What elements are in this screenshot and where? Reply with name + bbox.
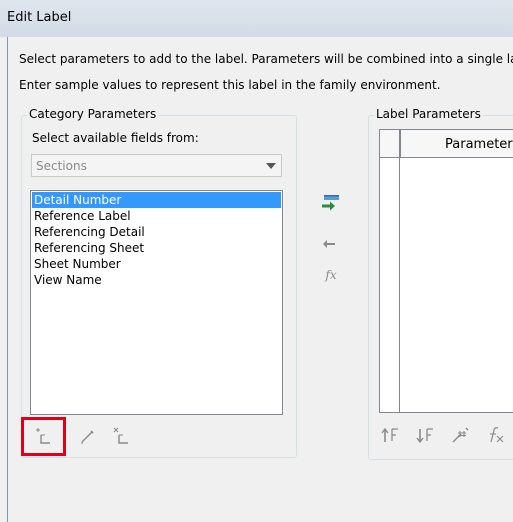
edit-label-dialog: Edit Label Select parameters to add to t…	[0, 0, 513, 522]
remove-from-label-icon	[323, 240, 335, 248]
category-parameters-title: Category Parameters	[27, 107, 159, 121]
unit-format-icon	[452, 427, 469, 443]
grid-column-header[interactable]: Parameter	[400, 130, 513, 158]
window-title: Edit Label	[7, 10, 72, 25]
title-bar[interactable]: Edit Label	[0, 0, 513, 37]
edit-parameter-button[interactable]	[77, 425, 99, 447]
delete-parameter-icon	[113, 427, 128, 444]
list-item[interactable]: Reference Label	[32, 208, 281, 224]
dropdown-selected-value: Sections	[36, 159, 87, 173]
label-parameters-grid[interactable]: Parameter	[379, 129, 513, 413]
formula-icon	[490, 427, 504, 443]
highlight-annotation	[21, 417, 66, 456]
fields-label: Select available fields from:	[32, 131, 199, 145]
add-to-label-icon	[322, 195, 339, 211]
list-item[interactable]: Referencing Sheet	[32, 240, 281, 256]
intro-line-1: Select parameters to add to the label. P…	[19, 52, 513, 66]
label-formula-button[interactable]	[485, 424, 507, 446]
list-item[interactable]: Sheet Number	[32, 256, 281, 272]
move-down-icon	[416, 428, 433, 444]
formula-icon: fx	[325, 268, 337, 282]
formula-button[interactable]: fx	[320, 264, 342, 286]
add-to-label-button[interactable]	[320, 192, 342, 214]
delete-parameter-button[interactable]	[110, 425, 132, 447]
chevron-down-icon	[266, 163, 276, 169]
move-up-icon	[381, 427, 398, 442]
grid-row-header	[380, 130, 400, 412]
remove-from-label-button[interactable]	[318, 233, 340, 255]
list-item[interactable]: View Name	[32, 272, 281, 288]
list-item[interactable]: Detail Number	[32, 192, 281, 208]
label-parameters-title: Label Parameters	[374, 107, 483, 121]
list-item[interactable]: Referencing Detail	[32, 224, 281, 240]
edit-parameter-icon	[81, 430, 94, 444]
unit-format-button[interactable]	[450, 424, 472, 446]
move-up-button[interactable]	[380, 424, 402, 446]
category-parameters-list[interactable]: Detail Number Reference Label Referencin…	[30, 190, 283, 415]
fields-dropdown[interactable]: Sections	[31, 154, 282, 177]
parameter-column-label: Parameter	[445, 137, 513, 152]
intro-line-2: Enter sample values to represent this la…	[19, 78, 441, 92]
move-down-button[interactable]	[415, 424, 437, 446]
